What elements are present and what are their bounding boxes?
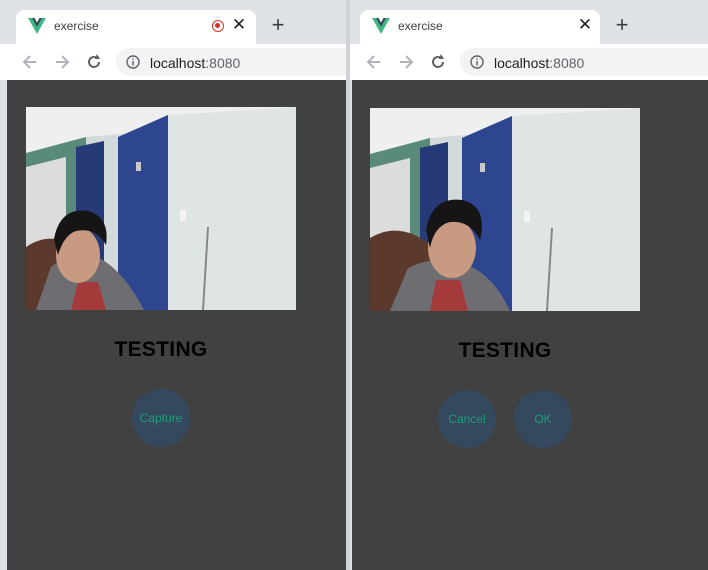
vue-logo-icon bbox=[28, 18, 46, 34]
browser-toolbar: localhost:8080 bbox=[350, 44, 708, 80]
tab-strip: exercise ✕ + bbox=[0, 0, 346, 44]
forward-arrow-icon[interactable] bbox=[396, 52, 416, 72]
address-bar[interactable]: localhost:8080 bbox=[460, 48, 708, 76]
back-arrow-icon[interactable] bbox=[364, 52, 384, 72]
browser-window-right: exercise ✕ + localhost:8080 TESTING Canc… bbox=[350, 0, 708, 570]
reload-icon[interactable] bbox=[428, 52, 448, 72]
reload-icon[interactable] bbox=[84, 52, 104, 72]
back-arrow-icon[interactable] bbox=[20, 52, 40, 72]
cancel-button[interactable]: Cancel bbox=[438, 390, 496, 448]
tab-title: exercise bbox=[398, 19, 443, 33]
browser-window-left: exercise ✕ + localhost:8080 TESTING Capt… bbox=[0, 0, 346, 570]
browser-toolbar: localhost:8080 bbox=[0, 44, 346, 80]
info-icon bbox=[126, 55, 140, 69]
address-bar[interactable]: localhost:8080 bbox=[116, 48, 346, 76]
browser-tab[interactable]: exercise ✕ bbox=[16, 10, 256, 44]
forward-arrow-icon[interactable] bbox=[52, 52, 72, 72]
new-tab-icon[interactable]: + bbox=[611, 14, 633, 36]
recording-icon bbox=[212, 20, 224, 32]
close-icon[interactable]: ✕ bbox=[576, 16, 594, 34]
captured-photo bbox=[370, 108, 640, 311]
url-text: localhost:8080 bbox=[150, 55, 241, 71]
new-tab-icon[interactable]: + bbox=[267, 14, 289, 36]
tab-strip: exercise ✕ + bbox=[350, 0, 708, 44]
browser-tab[interactable]: exercise ✕ bbox=[360, 10, 600, 44]
webcam-video bbox=[26, 107, 296, 310]
page-content: TESTING Cancel OK bbox=[352, 80, 708, 570]
url-text: localhost:8080 bbox=[494, 55, 585, 71]
vue-logo-icon bbox=[372, 18, 390, 34]
close-icon[interactable]: ✕ bbox=[230, 16, 248, 34]
capture-button[interactable]: Capture bbox=[132, 389, 190, 447]
page-heading: TESTING bbox=[114, 338, 208, 361]
page-heading: TESTING bbox=[458, 339, 552, 362]
info-icon bbox=[470, 55, 484, 69]
tab-title: exercise bbox=[54, 19, 99, 33]
ok-button[interactable]: OK bbox=[514, 390, 572, 448]
page-content: TESTING Capture bbox=[7, 80, 346, 570]
